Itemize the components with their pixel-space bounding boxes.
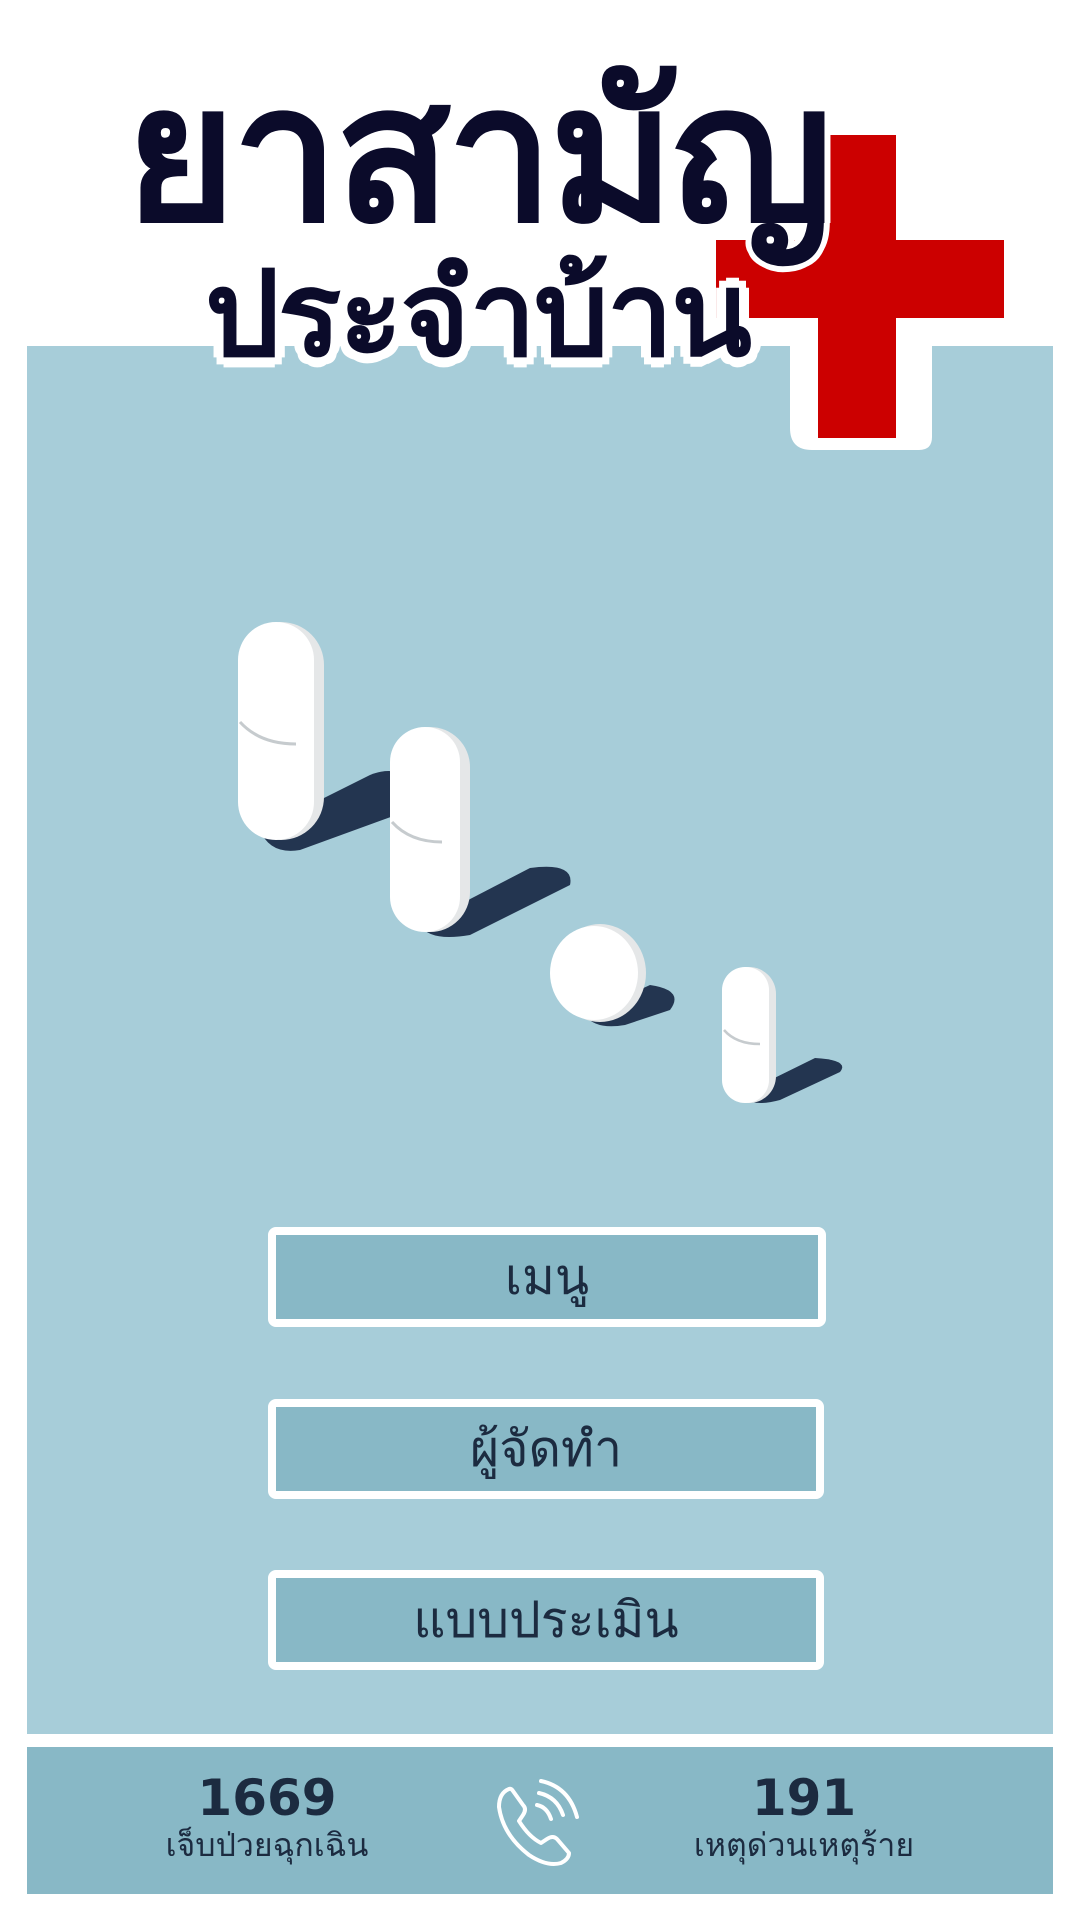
menu-button[interactable]: เมนู bbox=[268, 1227, 826, 1327]
creators-button[interactable]: ผู้จัดทำ bbox=[268, 1399, 824, 1499]
footer-bar: 1669 เจ็บป่วยฉุกเฉิน 191 เหตุด่วนเหตุร้า… bbox=[27, 1741, 1053, 1894]
hotline-label: เหตุด่วนเหตุร้าย bbox=[693, 1826, 915, 1864]
evaluation-button[interactable]: แบบประเมิน bbox=[268, 1570, 824, 1670]
phone-icon[interactable] bbox=[487, 1775, 587, 1875]
app-subtitle: ประจำบ้าน bbox=[205, 245, 752, 383]
hotline-police[interactable]: 191 เหตุด่วนเหตุร้าย bbox=[654, 1769, 954, 1865]
hotline-number: 191 bbox=[751, 1769, 857, 1827]
main-panel bbox=[27, 346, 1053, 1734]
hotline-number: 1669 bbox=[197, 1769, 337, 1827]
hotline-label: เจ็บป่วยฉุกเฉิน bbox=[165, 1826, 369, 1864]
hotline-emergency[interactable]: 1669 เจ็บป่วยฉุกเฉิน bbox=[117, 1769, 417, 1865]
app-title: ยาสามัญ bbox=[125, 44, 833, 265]
